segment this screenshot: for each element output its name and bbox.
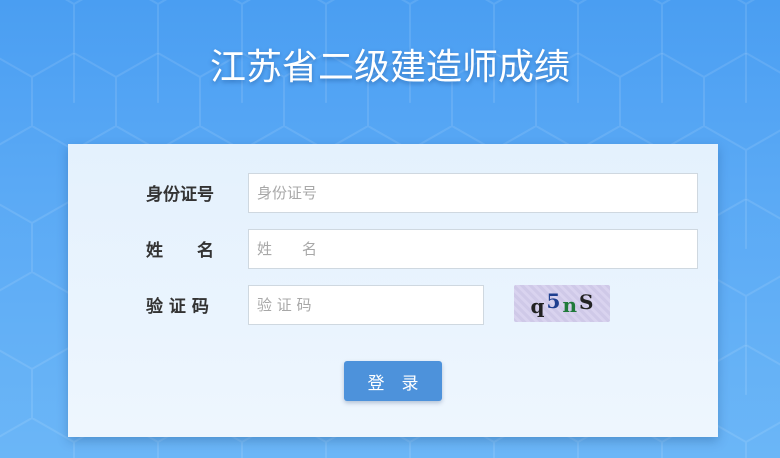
name-label: 姓 名	[146, 241, 214, 261]
name-input[interactable]	[248, 229, 698, 269]
captcha-image[interactable]: q5nS	[514, 285, 610, 322]
captcha-char: n	[562, 292, 577, 317]
id-number-input[interactable]	[248, 173, 698, 213]
id-number-label: 身份证号	[146, 185, 214, 205]
captcha-input[interactable]	[248, 285, 484, 325]
captcha-char: S	[579, 289, 594, 314]
login-form-panel: 身份证号 姓 名 验 证 码 q5nS 登 录	[68, 144, 718, 437]
captcha-char: q	[530, 293, 545, 318]
login-button[interactable]: 登 录	[344, 361, 442, 401]
captcha-char: 5	[546, 288, 561, 313]
captcha-label: 验 证 码	[146, 297, 209, 317]
page-title: 江苏省二级建造师成绩	[209, 47, 570, 88]
